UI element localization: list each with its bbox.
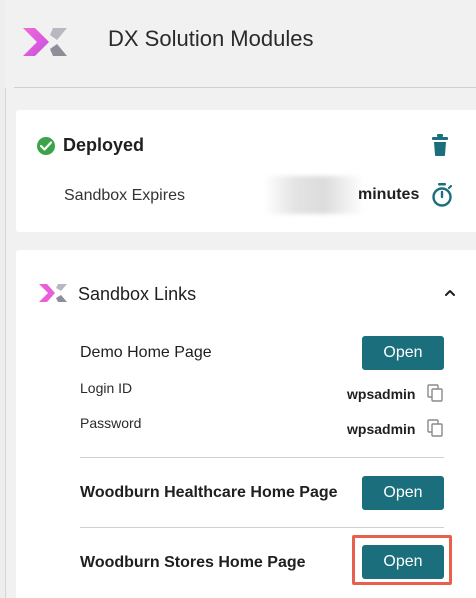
copy-login-icon[interactable] — [427, 384, 443, 402]
demo-open-button[interactable]: Open — [362, 336, 444, 370]
copy-password-icon[interactable] — [427, 419, 443, 437]
login-id-label: Login ID — [80, 380, 133, 396]
trash-icon[interactable] — [432, 134, 448, 156]
sandbox-links-title: Sandbox Links — [78, 284, 197, 304]
expires-unit: minutes — [358, 186, 420, 203]
login-id-value: wpsadmin — [347, 386, 416, 402]
app-title: DX Solution Modules — [108, 26, 314, 51]
sandbox-links-card: Sandbox Links Demo Home Page Open Login … — [16, 250, 476, 598]
stopwatch-icon — [432, 183, 453, 207]
row-divider — [80, 457, 444, 458]
dx-logo-small-icon — [39, 284, 67, 302]
highlight-box — [352, 535, 452, 585]
expires-value-redacted — [264, 176, 364, 214]
sandbox-expires-label: Sandbox Expires — [64, 187, 185, 204]
header: DX Solution Modules — [5, 0, 476, 88]
check-circle-icon — [37, 137, 55, 155]
dx-logo-icon — [23, 28, 67, 56]
woodburn-healthcare-label: Woodburn Healthcare Home Page — [80, 484, 338, 501]
row-divider — [80, 527, 444, 528]
password-value: wpsadmin — [347, 421, 416, 437]
password-label: Password — [80, 415, 142, 431]
healthcare-open-button[interactable]: Open — [362, 476, 444, 510]
chevron-up-icon[interactable] — [443, 286, 457, 300]
deployed-status: Deployed — [63, 135, 145, 155]
demo-home-page-label: Demo Home Page — [80, 344, 212, 361]
deployment-status-card: Deployed Sandbox Expires minutes — [16, 110, 476, 232]
header-divider — [14, 87, 476, 88]
woodburn-stores-label: Woodburn Stores Home Page — [80, 554, 306, 571]
